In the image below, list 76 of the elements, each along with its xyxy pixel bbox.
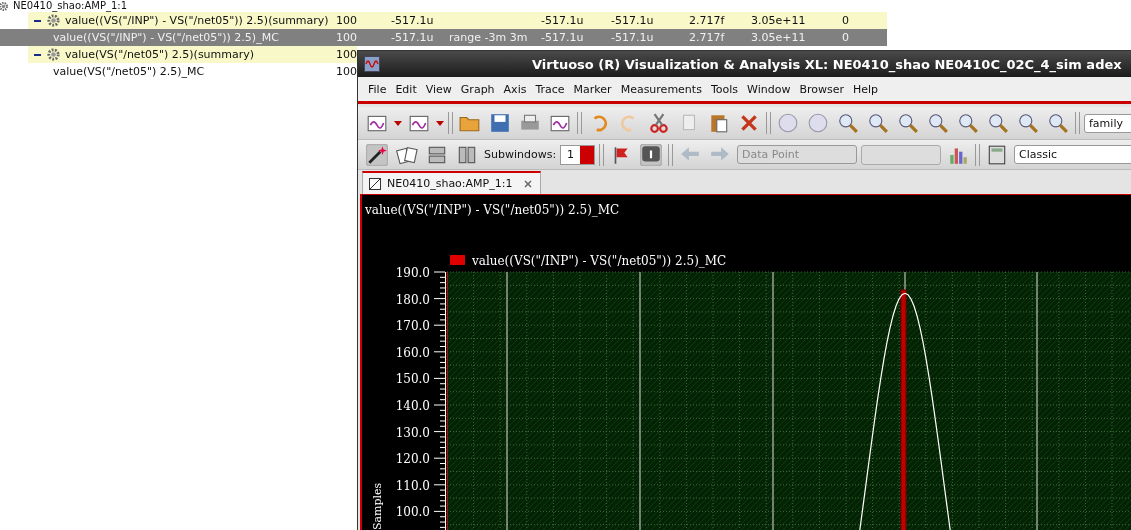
caret-icon[interactable] <box>436 120 444 126</box>
table-cell: 0 <box>842 14 849 27</box>
menu-item[interactable]: Axis <box>503 82 533 96</box>
table-cell: 100 <box>336 48 357 61</box>
zoom-in-icon[interactable] <box>867 112 889 134</box>
tick-label: 180.0 <box>395 292 430 307</box>
tree-item-label: value((VS("/INP") - VS("/net05")) 2.5)(summary) <box>65 14 329 27</box>
table-cell: 3.05e+11 <box>751 14 806 27</box>
calculator-icon[interactable] <box>986 143 1008 166</box>
tick-label: 100.0 <box>395 505 430 520</box>
tick-label: 130.0 <box>395 425 430 440</box>
combo-box[interactable]: family <box>1084 113 1131 133</box>
table-cell: 2.717f <box>689 14 725 27</box>
menu-item[interactable]: Help <box>852 82 885 96</box>
table-cell: 100 <box>336 31 357 44</box>
menu-item[interactable]: View <box>425 82 458 96</box>
table-cell: range -3m 3m <box>449 31 528 44</box>
save-icon[interactable] <box>489 112 511 134</box>
legend-label: value((VS("/INP") - VS("/net05")) 2.5)_MC <box>472 254 727 268</box>
graph-icon <box>369 177 381 190</box>
tick-label: 190.0 <box>395 266 430 280</box>
table-cell: 0 <box>842 31 849 44</box>
subwindows-spinbox[interactable]: 1 <box>560 144 595 165</box>
gear-icon <box>0 0 9 12</box>
tree-row[interactable]: value((VS("/INP") - VS("/net05")) 2.5)(summary) 100 -517.1u -517.1u -517.1u 2.717f 3.05e+11 0 <box>28 12 887 29</box>
subwindows-label: Subwindows: <box>484 148 557 161</box>
tick-label: 120.0 <box>395 452 430 467</box>
table-cell: -517.1u <box>611 31 654 44</box>
zoom-out-icon[interactable] <box>897 112 919 134</box>
tick-label: 160.0 <box>395 345 430 360</box>
table-cell: 3.05e+11 <box>751 31 806 44</box>
tree-row[interactable]: value(VS("/net05") 2.5)(summary) 100 <box>28 46 357 63</box>
table-cell: -517.1u <box>391 31 434 44</box>
caret-icon[interactable] <box>394 120 402 126</box>
tick-label: 150.0 <box>395 372 430 387</box>
menu-item[interactable]: Tools <box>710 82 744 96</box>
axis-title: Samples <box>371 482 384 530</box>
tree-row[interactable]: value((VS("/INP") - VS("/net05")) 2.5)_MC 100 -517.1u range -3m 3m -517.1u -517.1u 2.717f 3.05e+11 0 <box>0 29 887 46</box>
tab[interactable]: NE0410_shao:AMP_1:1 <box>362 171 542 194</box>
delete-icon[interactable] <box>738 112 760 134</box>
menu-item[interactable]: Measurements <box>620 82 708 96</box>
table-cell: 100 <box>336 14 357 27</box>
tree-item-label: value(VS("/net05") 2.5)(summary) <box>65 48 255 61</box>
waveform-icon <box>364 56 380 72</box>
table-cell: -517.1u <box>541 14 584 27</box>
tick-label: 110.0 <box>395 478 430 493</box>
menu-item[interactable]: Trace <box>535 82 571 96</box>
gear-icon <box>46 47 61 62</box>
table-cell: -517.1u <box>541 31 584 44</box>
menu-item[interactable]: Window <box>747 82 797 96</box>
menu-item[interactable]: Marker <box>573 82 618 96</box>
menu-item[interactable]: Edit <box>395 82 423 96</box>
tree-item-label: value((VS("/INP") - VS("/net05")) 2.5)_MC <box>53 31 279 44</box>
close-icon[interactable] <box>524 179 533 188</box>
table-cell: -517.1u <box>611 14 654 27</box>
menu-item[interactable]: File <box>368 82 393 96</box>
tick-label: 140.0 <box>395 399 430 413</box>
menu-item[interactable]: Browser <box>799 82 850 96</box>
marker-line[interactable] <box>900 289 907 530</box>
table-cell: 100 <box>336 65 357 78</box>
tree-item-label: value(VS("/net05") 2.5)_MC <box>53 65 205 78</box>
table-cell: 2.717f <box>689 31 725 44</box>
scissors-icon[interactable] <box>648 112 670 134</box>
wand-icon[interactable] <box>366 143 388 166</box>
gear-icon <box>46 13 61 28</box>
window-title: Virtuoso (R) Visualization & Analysis XL: NE0410_shao NE0410C_02C_4_sim adex <box>532 56 1122 72</box>
paste-icon[interactable] <box>708 112 730 134</box>
tree-item-label[interactable]: NE0410_shao:AMP_1:1 <box>13 0 127 12</box>
combo-box[interactable]: Classic <box>1014 145 1131 164</box>
menu-item[interactable]: Graph <box>460 82 501 96</box>
info-icon[interactable] <box>640 143 662 166</box>
tick-label: 170.0 <box>395 319 430 334</box>
zoom-in-icon[interactable] <box>837 112 859 134</box>
table-cell: -517.1u <box>391 14 434 27</box>
plot-title: value((VS("/INP") - VS("/net05")) 2.5)_MC <box>365 203 620 217</box>
magnifier-icon[interactable] <box>1047 112 1069 134</box>
